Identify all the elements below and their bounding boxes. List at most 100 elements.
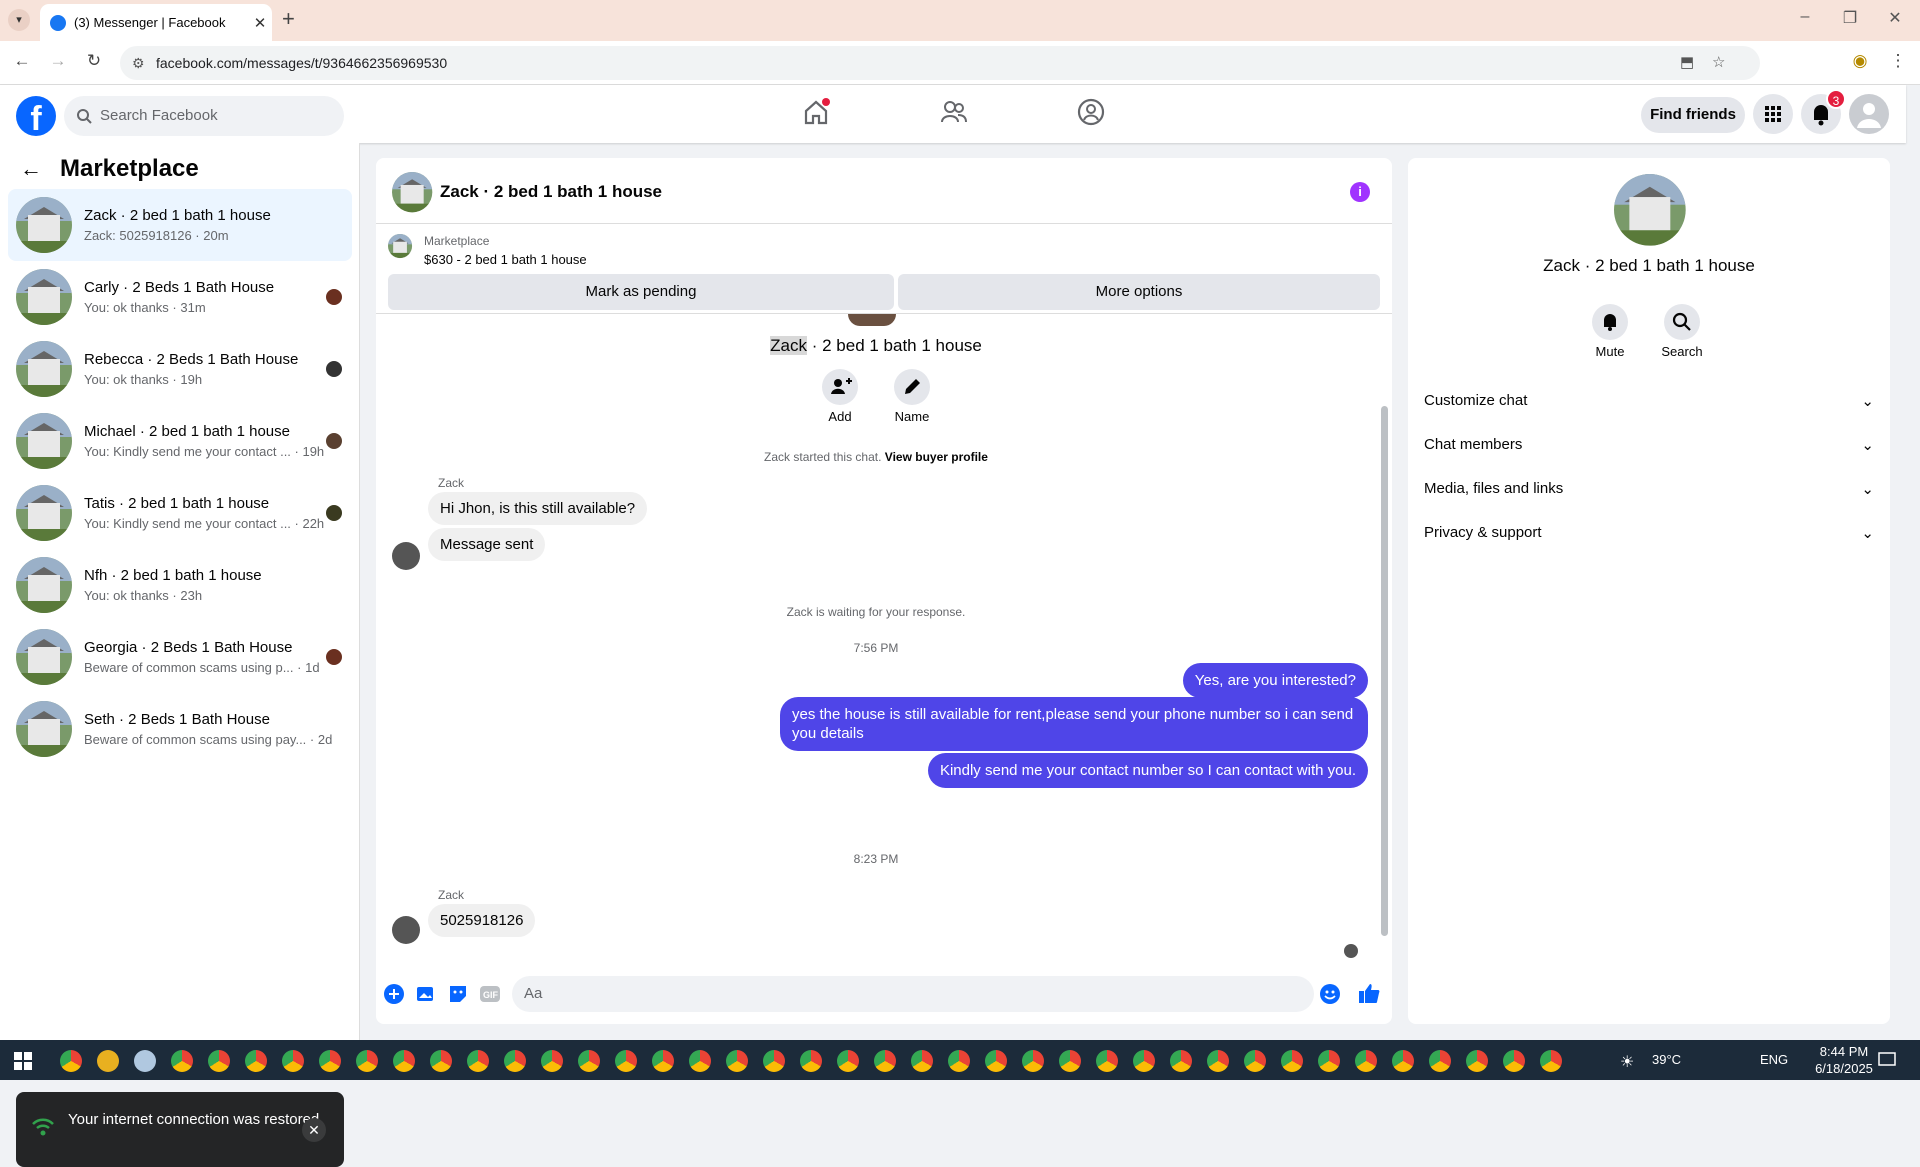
chrome-taskbar-icon[interactable]: [134, 1050, 156, 1072]
browser-tab-active[interactable]: (3) Messenger | Facebook ✕: [40, 4, 272, 41]
chat-members-section[interactable]: Chat members ⌄: [1424, 436, 1874, 454]
mark-as-pending-button[interactable]: Mark as pending: [388, 274, 894, 310]
chrome-taskbar-icon[interactable]: [504, 1050, 526, 1072]
install-app-icon[interactable]: ⬒: [1680, 46, 1694, 80]
incoming-message[interactable]: Message sent: [428, 528, 546, 561]
conversation-item[interactable]: Tatis · 2 bed 1 bath 1 house You: Kindly …: [8, 477, 352, 549]
more-options-button[interactable]: More options: [898, 274, 1380, 310]
conversation-item[interactable]: Seth · 2 Beds 1 Bath House Beware of comm…: [8, 693, 352, 765]
menu-grid-button[interactable]: [1753, 94, 1793, 134]
windows-start-icon[interactable]: [14, 1052, 32, 1070]
bookmark-star-icon[interactable]: ☆: [1712, 46, 1725, 80]
chrome-taskbar-icon[interactable]: [1429, 1050, 1451, 1072]
close-toast-icon[interactable]: ✕: [302, 1118, 326, 1142]
close-tab-icon[interactable]: ✕: [248, 14, 272, 32]
chrome-taskbar-icon[interactable]: [1096, 1050, 1118, 1072]
friends-icon[interactable]: [940, 98, 968, 126]
chrome-taskbar-icon[interactable]: [1133, 1050, 1155, 1072]
incoming-message[interactable]: 5025918126: [428, 904, 536, 937]
privacy-support-section[interactable]: Privacy & support ⌄: [1424, 524, 1874, 542]
info-icon[interactable]: i: [1350, 182, 1370, 202]
chat-title[interactable]: Zack · 2 bed 1 bath 1 house: [440, 182, 662, 202]
profile-icon[interactable]: ◉: [1848, 51, 1872, 71]
outgoing-message[interactable]: Yes, are you interested?: [1182, 663, 1368, 698]
weather-icon[interactable]: ☀: [1620, 1052, 1634, 1072]
incoming-message[interactable]: Hi Jhon, is this still available?: [428, 492, 648, 525]
chrome-taskbar-icon[interactable]: [356, 1050, 378, 1072]
add-people-button[interactable]: [822, 369, 858, 405]
media-files-links-section[interactable]: Media, files and links ⌄: [1424, 480, 1874, 498]
clock-date[interactable]: 6/18/2025: [1804, 1061, 1884, 1076]
conversation-item[interactable]: Nfh · 2 bed 1 bath 1 house You: ok thanks…: [8, 549, 352, 621]
chrome-taskbar-icon[interactable]: [467, 1050, 489, 1072]
url-bar[interactable]: ⚙ facebook.com/messages/t/93646623569695…: [120, 46, 1760, 80]
chrome-taskbar-icon[interactable]: [615, 1050, 637, 1072]
reload-button[interactable]: ↻: [82, 51, 106, 71]
language-indicator[interactable]: ENG: [1760, 1052, 1788, 1067]
back-arrow-icon[interactable]: ←: [20, 156, 42, 182]
forward-button[interactable]: →: [46, 51, 70, 71]
chat-scrollbar[interactable]: [1380, 326, 1388, 952]
account-avatar[interactable]: [1849, 94, 1889, 134]
conversation-item[interactable]: Michael · 2 bed 1 bath 1 house You: Kindl…: [8, 405, 352, 477]
conversation-item[interactable]: Georgia · 2 Beds 1 Bath House Beware of c…: [8, 621, 352, 693]
chrome-taskbar-icon[interactable]: [1207, 1050, 1229, 1072]
new-tab-button[interactable]: +: [282, 6, 295, 32]
outgoing-message[interactable]: Kindly send me your contact number so I …: [927, 753, 1368, 788]
chrome-taskbar-icon[interactable]: [319, 1050, 341, 1072]
view-buyer-profile-link[interactable]: View buyer profile: [885, 450, 988, 464]
find-friends-button[interactable]: Find friends: [1641, 97, 1745, 133]
photo-icon[interactable]: [416, 984, 436, 1004]
chrome-taskbar-icon[interactable]: [985, 1050, 1007, 1072]
search-in-chat-button[interactable]: [1664, 304, 1700, 340]
chrome-taskbar-icon[interactable]: [1355, 1050, 1377, 1072]
chrome-taskbar-icon[interactable]: [208, 1050, 230, 1072]
chrome-taskbar-icon[interactable]: [282, 1050, 304, 1072]
chrome-taskbar-icon[interactable]: [1022, 1050, 1044, 1072]
restore-button[interactable]: ❐: [1835, 8, 1865, 28]
chrome-taskbar-icon[interactable]: [171, 1050, 193, 1072]
close-window-button[interactable]: ✕: [1880, 8, 1910, 28]
chrome-taskbar-icon[interactable]: [1244, 1050, 1266, 1072]
back-button[interactable]: ←: [10, 51, 34, 71]
chat-avatar[interactable]: [392, 172, 433, 213]
emoji-icon[interactable]: [1320, 984, 1340, 1004]
chrome-taskbar-icon[interactable]: [541, 1050, 563, 1072]
scrollbar-thumb[interactable]: [1381, 406, 1388, 936]
name-button[interactable]: [894, 369, 930, 405]
chrome-taskbar-icon[interactable]: [800, 1050, 822, 1072]
chrome-taskbar-icon[interactable]: [1281, 1050, 1303, 1072]
chrome-taskbar-icon[interactable]: [430, 1050, 452, 1072]
facebook-search-input[interactable]: Search Facebook: [64, 96, 344, 136]
chrome-taskbar-icon[interactable]: [837, 1050, 859, 1072]
chrome-taskbar-icon[interactable]: [726, 1050, 748, 1072]
chrome-taskbar-icon[interactable]: [652, 1050, 674, 1072]
groups-icon[interactable]: [1077, 98, 1105, 126]
message-input[interactable]: Aa: [512, 976, 1314, 1012]
chrome-taskbar-icon[interactable]: [1059, 1050, 1081, 1072]
listing-title[interactable]: $630 - 2 bed 1 bath 1 house: [424, 252, 587, 267]
file-explorer-icon[interactable]: [97, 1050, 119, 1072]
tab-search-button[interactable]: ▾: [8, 9, 30, 31]
gif-icon[interactable]: GIF: [480, 984, 500, 1004]
minimize-button[interactable]: –: [1790, 8, 1820, 26]
chrome-taskbar-icon[interactable]: [1503, 1050, 1525, 1072]
chrome-taskbar-icon[interactable]: [911, 1050, 933, 1072]
mute-button[interactable]: [1592, 304, 1628, 340]
plus-circle-icon[interactable]: [384, 984, 404, 1004]
chrome-taskbar-icon[interactable]: [1466, 1050, 1488, 1072]
facebook-logo-icon[interactable]: f: [16, 96, 56, 136]
chrome-taskbar-icon[interactable]: [1540, 1050, 1562, 1072]
menu-icon[interactable]: ⋮: [1886, 51, 1910, 71]
chrome-taskbar-icon[interactable]: [1318, 1050, 1340, 1072]
chrome-taskbar-icon[interactable]: [948, 1050, 970, 1072]
conversation-item[interactable]: Carly · 2 Beds 1 Bath House You: ok thank…: [8, 261, 352, 333]
chrome-taskbar-icon[interactable]: [393, 1050, 415, 1072]
chrome-taskbar-icon[interactable]: [763, 1050, 785, 1072]
customize-chat-section[interactable]: Customize chat ⌄: [1424, 392, 1874, 410]
listing-thumbnail[interactable]: [388, 234, 413, 259]
notification-center-icon[interactable]: [1878, 1052, 1896, 1068]
chrome-taskbar-icon[interactable]: [60, 1050, 82, 1072]
like-thumb-icon[interactable]: [1358, 982, 1380, 1004]
sticker-icon[interactable]: [448, 984, 468, 1004]
